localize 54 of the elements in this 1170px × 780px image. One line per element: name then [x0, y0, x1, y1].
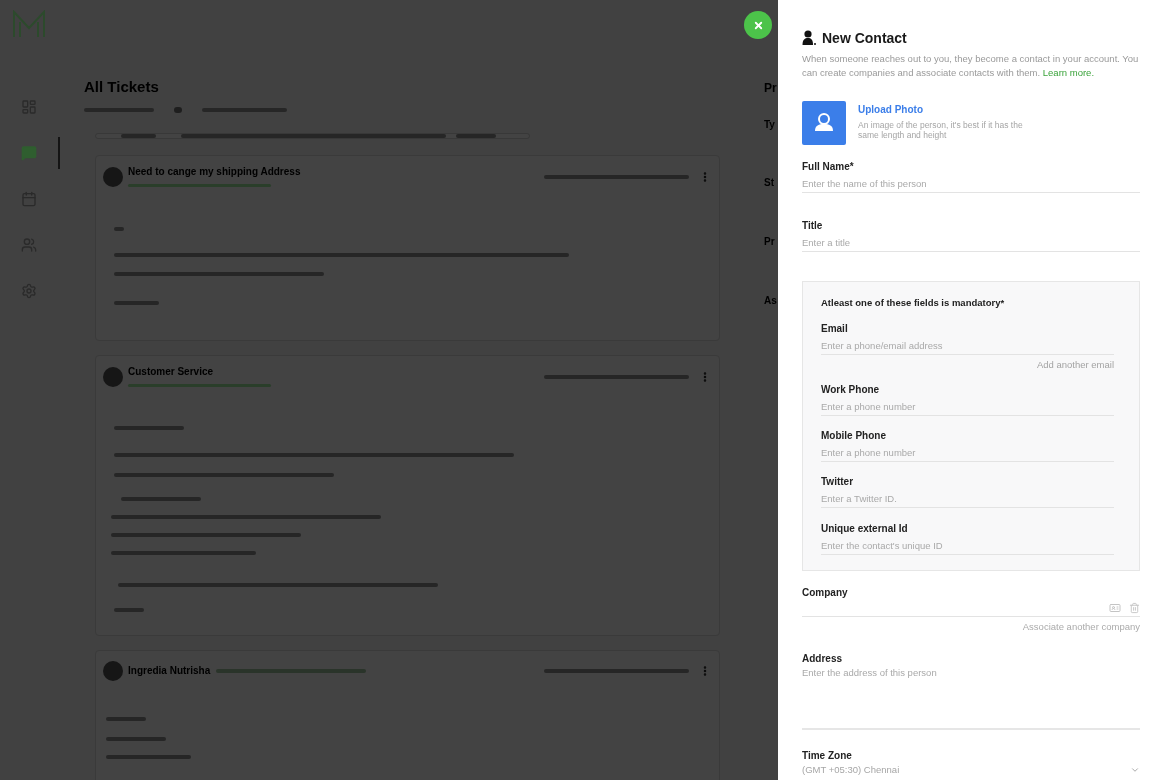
address-field[interactable]: Enter the address of this person — [802, 666, 1140, 730]
associate-company-link[interactable]: Associate another company — [1022, 621, 1140, 633]
field-label: Title — [802, 220, 824, 232]
text-field[interactable]: Enter a Twitter ID. — [821, 490, 1114, 508]
ticket-card[interactable]: Ingredia Nutrisha — [95, 650, 720, 780]
field-label: Company — [802, 587, 849, 599]
avatar-placeholder — [103, 661, 123, 681]
field-label: Twitter — [821, 476, 855, 488]
text-field[interactable]: Enter a phone number — [821, 444, 1114, 462]
upload-photo-link[interactable]: Upload Photo — [858, 104, 1043, 116]
ticket-title[interactable]: Ingredia Nutrisha — [128, 665, 211, 677]
text-field[interactable]: Enter the name of this person — [802, 175, 1140, 193]
person-icon — [802, 30, 816, 46]
add-email-link[interactable]: Add another email — [1036, 359, 1114, 371]
avatar-placeholder — [103, 366, 123, 387]
time-zone-select[interactable]: (GMT +05:30) Chennai — [802, 764, 900, 776]
avatar-placeholder — [103, 166, 123, 187]
field-label: Unique external Id — [821, 523, 909, 535]
upload-hint: An image of the person, it's best if it has the same length and height — [858, 120, 1024, 140]
drawer-title: New Contact — [822, 30, 907, 46]
ticket-title[interactable]: Need to cange my shipping Address — [128, 166, 301, 178]
ticket-card[interactable]: Need to cange my shipping Address — [95, 155, 720, 341]
filter-bar[interactable] — [95, 133, 530, 139]
panel-label: St — [764, 177, 775, 189]
page-title: All Tickets — [84, 78, 160, 96]
field-label: Full Name* — [802, 161, 855, 173]
ticket-card[interactable]: Customer Service — [95, 355, 720, 636]
panel-label: Ty — [764, 119, 776, 131]
person-icon[interactable] — [802, 101, 846, 145]
chevron-down-icon[interactable] — [1130, 765, 1140, 775]
settings-icon — [21, 283, 37, 299]
calendar-icon — [21, 191, 37, 207]
id-card-icon[interactable] — [1109, 601, 1121, 614]
learn-more-link[interactable]: Learn more. — [1042, 67, 1095, 78]
text-field[interactable]: Enter a phone number — [821, 398, 1114, 416]
blurred-text — [174, 107, 182, 113]
drawer-description: When someone reaches out to you, they become a contact in your account. You can create companies and associate contacts with them. Learn more. — [802, 52, 1140, 80]
field-label: Time Zone — [802, 750, 853, 762]
ticket-title[interactable]: Customer Service — [128, 366, 214, 378]
field-label: Work Phone — [821, 384, 881, 396]
panel-heading: Atleast one of these fields is mandatory* — [821, 297, 1006, 309]
field-label: Email — [821, 323, 849, 335]
panel-label: As — [764, 295, 778, 307]
close-button[interactable] — [744, 11, 772, 39]
panel-label: Pr — [764, 236, 776, 248]
text-field[interactable]: Enter the contact's unique ID — [821, 537, 1114, 555]
field-label: Address — [802, 653, 843, 665]
close-icon — [752, 19, 764, 31]
trash-icon[interactable] — [1129, 601, 1140, 614]
text-field[interactable]: Enter a phone/email address — [821, 337, 1114, 355]
panel-label: Pr — [764, 80, 778, 96]
field-label: Mobile Phone — [821, 430, 887, 442]
chat-icon — [21, 145, 37, 161]
text-field[interactable]: Enter a title — [802, 234, 1140, 252]
